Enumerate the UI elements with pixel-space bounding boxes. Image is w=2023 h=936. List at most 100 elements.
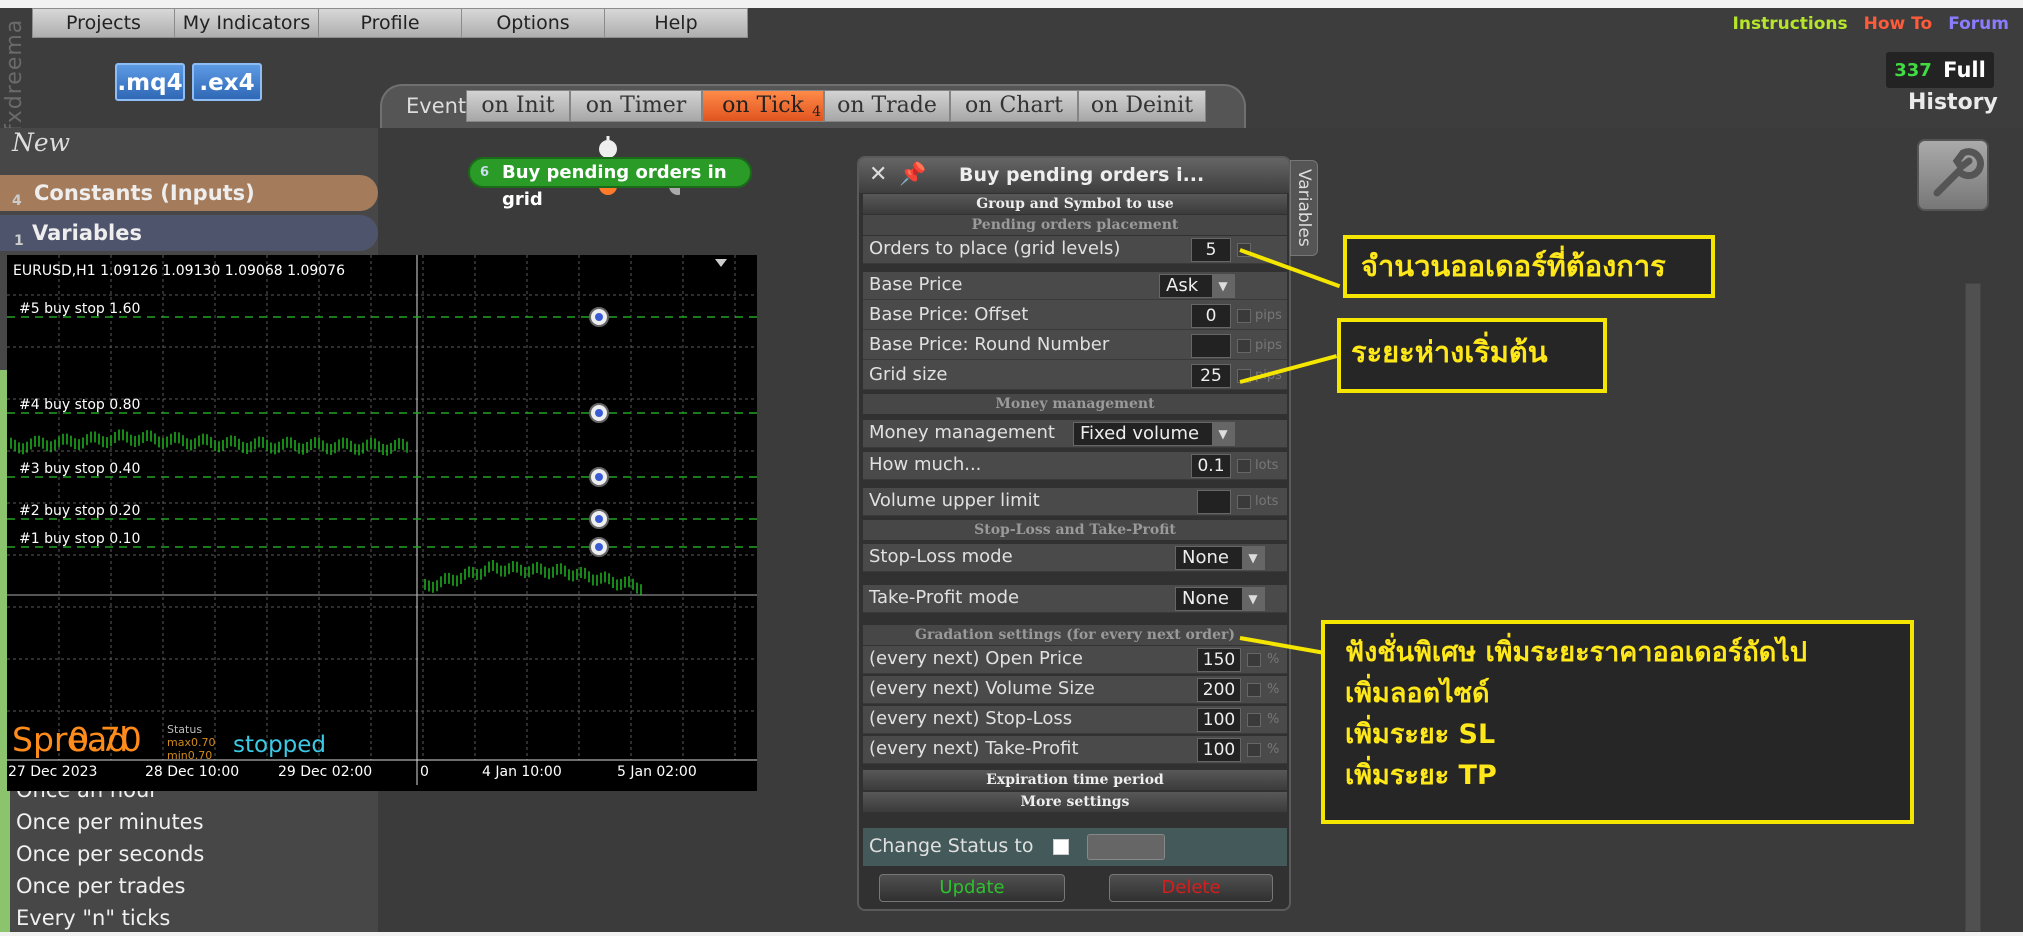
section-expiration[interactable]: Expiration time period bbox=[863, 770, 1287, 790]
forum-link[interactable]: Forum bbox=[1948, 14, 2009, 34]
tab-on-tick-label: on Tick bbox=[722, 93, 804, 118]
level-marker-dot bbox=[595, 313, 603, 321]
status-select[interactable] bbox=[1087, 834, 1165, 860]
update-button[interactable]: Update bbox=[879, 874, 1065, 902]
how-much-checkbox[interactable] bbox=[1237, 459, 1251, 473]
tab-on-tick[interactable]: on Tick 4 bbox=[702, 90, 824, 122]
open-price-checkbox[interactable] bbox=[1247, 653, 1261, 667]
round-checkbox[interactable] bbox=[1237, 339, 1251, 353]
new-button[interactable]: New bbox=[12, 128, 70, 157]
volume-limit-label: Volume upper limit bbox=[869, 490, 1040, 511]
instructions-link[interactable]: Instructions bbox=[1733, 14, 1848, 34]
orders-input[interactable]: 5 bbox=[1191, 238, 1231, 262]
x-tick-label: 28 Dec 10:00 bbox=[145, 764, 240, 780]
base-price-select[interactable]: Ask ▼ bbox=[1159, 274, 1235, 298]
offset-input[interactable]: 0 bbox=[1191, 304, 1231, 328]
full-button[interactable]: Full bbox=[1941, 57, 1988, 84]
block-settings-panel: ✕ 📌 Buy pending orders i... Group and Sy… bbox=[857, 156, 1291, 911]
level-label: #3 buy stop 0.40 bbox=[19, 461, 141, 477]
mm-row: Money management Fixed volume ▼ bbox=[863, 420, 1287, 448]
triangle-icon bbox=[715, 259, 727, 267]
volume-size-label: (every next) Volume Size bbox=[869, 678, 1095, 699]
history-button[interactable]: History bbox=[1908, 90, 1998, 115]
level-label: #2 buy stop 0.20 bbox=[19, 503, 141, 519]
section-gradation[interactable]: Gradation settings (for every next order… bbox=[863, 625, 1287, 645]
tab-on-trade[interactable]: on Trade bbox=[824, 90, 950, 122]
volume-size-input[interactable]: 200 bbox=[1197, 678, 1241, 702]
top-bar: fxdreema Projects My Indicators Profile … bbox=[0, 8, 2023, 132]
tab-on-chart[interactable]: on Chart bbox=[950, 90, 1078, 122]
canvas-scrollbar[interactable] bbox=[1965, 283, 1981, 932]
section-group-symbol[interactable]: Group and Symbol to use bbox=[863, 194, 1287, 214]
section-sltp[interactable]: Stop-Loss and Take-Profit bbox=[863, 520, 1287, 540]
section-more[interactable]: More settings bbox=[863, 792, 1287, 812]
change-status-checkbox[interactable] bbox=[1053, 839, 1069, 855]
tp-mode-value: None bbox=[1182, 588, 1229, 609]
mq4-button[interactable]: .mq4 bbox=[115, 63, 185, 101]
variables-tab[interactable]: Variables bbox=[1290, 160, 1318, 256]
panel-titlebar[interactable]: ✕ 📌 Buy pending orders i... bbox=[859, 158, 1289, 193]
panel-title: Buy pending orders i... bbox=[959, 164, 1205, 186]
list-item[interactable]: Once per minutes bbox=[16, 806, 204, 838]
annotation-special: ฟังชั่นพิเศษ เพิ่มระยะราคาออเดอร์ถัดไป เ… bbox=[1321, 620, 1914, 824]
volume-limit-checkbox[interactable] bbox=[1237, 495, 1251, 509]
mm-select[interactable]: Fixed volume ▼ bbox=[1073, 422, 1235, 446]
x-tick-label: 29 Dec 02:00 bbox=[278, 764, 373, 780]
chevron-down-icon: ▼ bbox=[1242, 547, 1264, 569]
menu-options[interactable]: Options bbox=[462, 9, 605, 37]
grid-size-label: Grid size bbox=[869, 364, 948, 385]
variables-section[interactable]: 1 Variables bbox=[0, 215, 378, 251]
close-icon[interactable]: ✕ bbox=[869, 158, 887, 192]
menu-my-indicators[interactable]: My Indicators bbox=[175, 9, 319, 37]
offset-row: Base Price: Offset 0 pips bbox=[863, 302, 1287, 330]
annotation-line: เพิ่มลอตไซด์ bbox=[1345, 678, 1490, 709]
constants-label: Constants (Inputs) bbox=[34, 181, 255, 205]
tp-mode-select[interactable]: None ▼ bbox=[1175, 587, 1265, 611]
ex4-button[interactable]: .ex4 bbox=[192, 63, 262, 101]
stop-loss-input[interactable]: 100 bbox=[1197, 708, 1241, 732]
buy-pending-orders-node[interactable]: 6 Buy pending orders in grid bbox=[468, 157, 752, 210]
how-much-input[interactable]: 0.1 bbox=[1191, 454, 1231, 478]
tab-on-timer[interactable]: on Timer bbox=[570, 90, 702, 122]
pin-icon[interactable]: 📌 bbox=[899, 158, 926, 192]
chevron-down-icon: ▼ bbox=[1242, 588, 1264, 610]
menu-profile[interactable]: Profile bbox=[319, 9, 462, 37]
howto-link[interactable]: How To bbox=[1864, 14, 1933, 34]
level-marker-dot bbox=[595, 543, 603, 551]
tab-on-init[interactable]: on Init bbox=[466, 90, 570, 122]
stop-loss-unit: % bbox=[1267, 712, 1280, 727]
section-money[interactable]: Money management bbox=[863, 394, 1287, 414]
wrench-icon[interactable] bbox=[1917, 139, 1989, 211]
delete-button[interactable]: Delete bbox=[1109, 874, 1273, 902]
take-profit-checkbox[interactable] bbox=[1247, 743, 1261, 757]
take-profit-input[interactable]: 100 bbox=[1197, 738, 1241, 762]
list-item[interactable]: Once per trades bbox=[16, 870, 204, 902]
tp-mode-row: Take-Profit mode None ▼ bbox=[863, 585, 1287, 613]
grid-size-row: Grid size 25 pips bbox=[863, 362, 1287, 390]
list-item[interactable]: Once per seconds bbox=[16, 838, 204, 870]
stop-loss-checkbox[interactable] bbox=[1247, 713, 1261, 727]
annotation-line: เพิ่มระยะ SL bbox=[1345, 719, 1496, 750]
node-number: 6 bbox=[480, 165, 490, 180]
volume-size-checkbox[interactable] bbox=[1247, 683, 1261, 697]
offset-checkbox[interactable] bbox=[1237, 309, 1251, 323]
tab-on-deinit[interactable]: on Deinit bbox=[1078, 90, 1206, 122]
volume-limit-input[interactable] bbox=[1197, 490, 1231, 514]
round-input[interactable] bbox=[1191, 334, 1231, 358]
grid-size-input[interactable]: 25 bbox=[1191, 364, 1231, 388]
open-price-input[interactable]: 150 bbox=[1197, 648, 1241, 672]
level-label: #4 buy stop 0.80 bbox=[19, 397, 141, 413]
menu-help[interactable]: Help bbox=[605, 9, 747, 37]
menu-projects[interactable]: Projects bbox=[33, 9, 175, 37]
annotation-start-distance: ระยะห่างเริ่มต้น bbox=[1337, 318, 1607, 393]
tab-on-tick-count: 4 bbox=[812, 104, 821, 120]
min-label: min0.70 bbox=[167, 749, 213, 762]
annotation-orders-count: จำนวนออเดอร์ที่ต้องการ bbox=[1343, 235, 1715, 298]
sl-mode-select[interactable]: None ▼ bbox=[1175, 546, 1265, 570]
level-marker-dot bbox=[595, 473, 603, 481]
list-item[interactable]: Every "n" ticks bbox=[16, 902, 204, 934]
section-placement[interactable]: Pending orders placement bbox=[863, 215, 1287, 235]
base-price-row: Base Price Ask ▼ bbox=[863, 272, 1287, 300]
volume-limit-row: Volume upper limit lots bbox=[863, 488, 1287, 516]
constants-section[interactable]: 4 Constants (Inputs) bbox=[0, 175, 378, 211]
